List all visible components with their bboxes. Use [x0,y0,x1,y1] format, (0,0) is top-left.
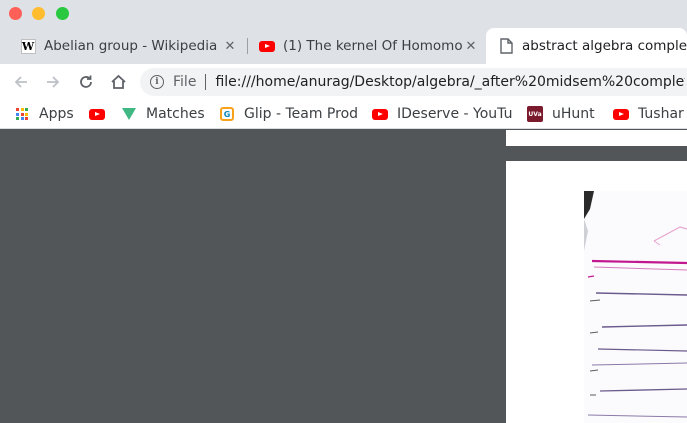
window-titlebar [0,0,687,28]
youtube-icon [89,106,105,122]
bookmark-matches[interactable]: Matches [121,100,205,128]
home-icon [110,74,126,89]
tab-abstract-algebra[interactable]: abstract algebra complete [486,28,687,64]
bookmarks-bar: Apps Matches G Glip - Team Productivity … [0,100,687,129]
bookmark-label: Apps [39,106,74,122]
pdf-viewer[interactable] [0,130,687,423]
tab-abelian-group[interactable]: W Abelian group - Wikipedia ✕ [0,28,243,64]
glip-icon: G [219,106,235,122]
bookmark-glip[interactable]: G Glip - Team Productivity [219,100,359,128]
bookmark-ideserve[interactable]: IDeserve - YouTube [372,100,512,128]
tab-close-icon[interactable]: ✕ [463,39,479,54]
bookmark-label: IDeserve - YouTube [397,106,512,122]
back-button[interactable] [10,71,32,93]
bookmark-label: Matches [146,106,205,122]
url-text[interactable]: file:///home/anurag/Desktop/algebra/_aft… [215,74,685,90]
bookmark-tushar[interactable]: Tushar [613,100,684,128]
bookmark-label: Tushar [638,106,684,122]
window-minimize-button[interactable] [32,7,45,20]
bookmark-label: Glip - Team Productivity [244,106,359,122]
wikipedia-icon: W [20,38,36,54]
tab-close-icon[interactable]: ✕ [222,39,238,54]
url-scheme-label: File [173,74,197,90]
tab-kernel-homomorphism[interactable]: (1) The kernel Of Homomorphism ✕ [250,28,482,64]
info-icon[interactable]: i [150,75,164,89]
window-close-button[interactable] [9,7,22,20]
tab-strip: W Abelian group - Wikipedia ✕ (1) The ke… [0,28,687,64]
arrow-right-icon [47,76,60,88]
youtube-icon [259,38,275,54]
bookmark-uhunt[interactable]: UVa uHunt [527,100,595,128]
omnibox-separator [205,74,207,90]
bookmark-youtube[interactable] [89,100,114,128]
youtube-icon [613,106,629,122]
pdf-page [506,161,687,423]
vue-icon [121,106,137,122]
address-bar[interactable]: i File file:///home/anurag/Desktop/algeb… [140,68,687,96]
apps-grid-icon [14,106,30,122]
reload-icon [80,75,92,88]
home-button[interactable] [107,71,129,93]
forward-button[interactable] [42,71,64,93]
document-icon [498,38,514,54]
tab-title: abstract algebra complete [522,38,687,54]
youtube-icon [372,106,388,122]
pdf-page-previous [506,130,687,146]
tab-separator [247,38,248,54]
bookmark-label: uHunt [552,106,595,122]
bookmark-apps[interactable]: Apps [14,100,74,128]
arrow-left-icon [14,76,27,88]
browser-toolbar: i File file:///home/anurag/Desktop/algeb… [0,64,687,100]
tab-title: Abelian group - Wikipedia [44,38,218,54]
reload-button[interactable] [75,71,97,93]
uva-icon: UVa [527,106,543,122]
window-maximize-button[interactable] [56,7,69,20]
handwritten-notes-image [584,191,687,423]
tab-title: (1) The kernel Of Homomorphism [283,38,463,54]
